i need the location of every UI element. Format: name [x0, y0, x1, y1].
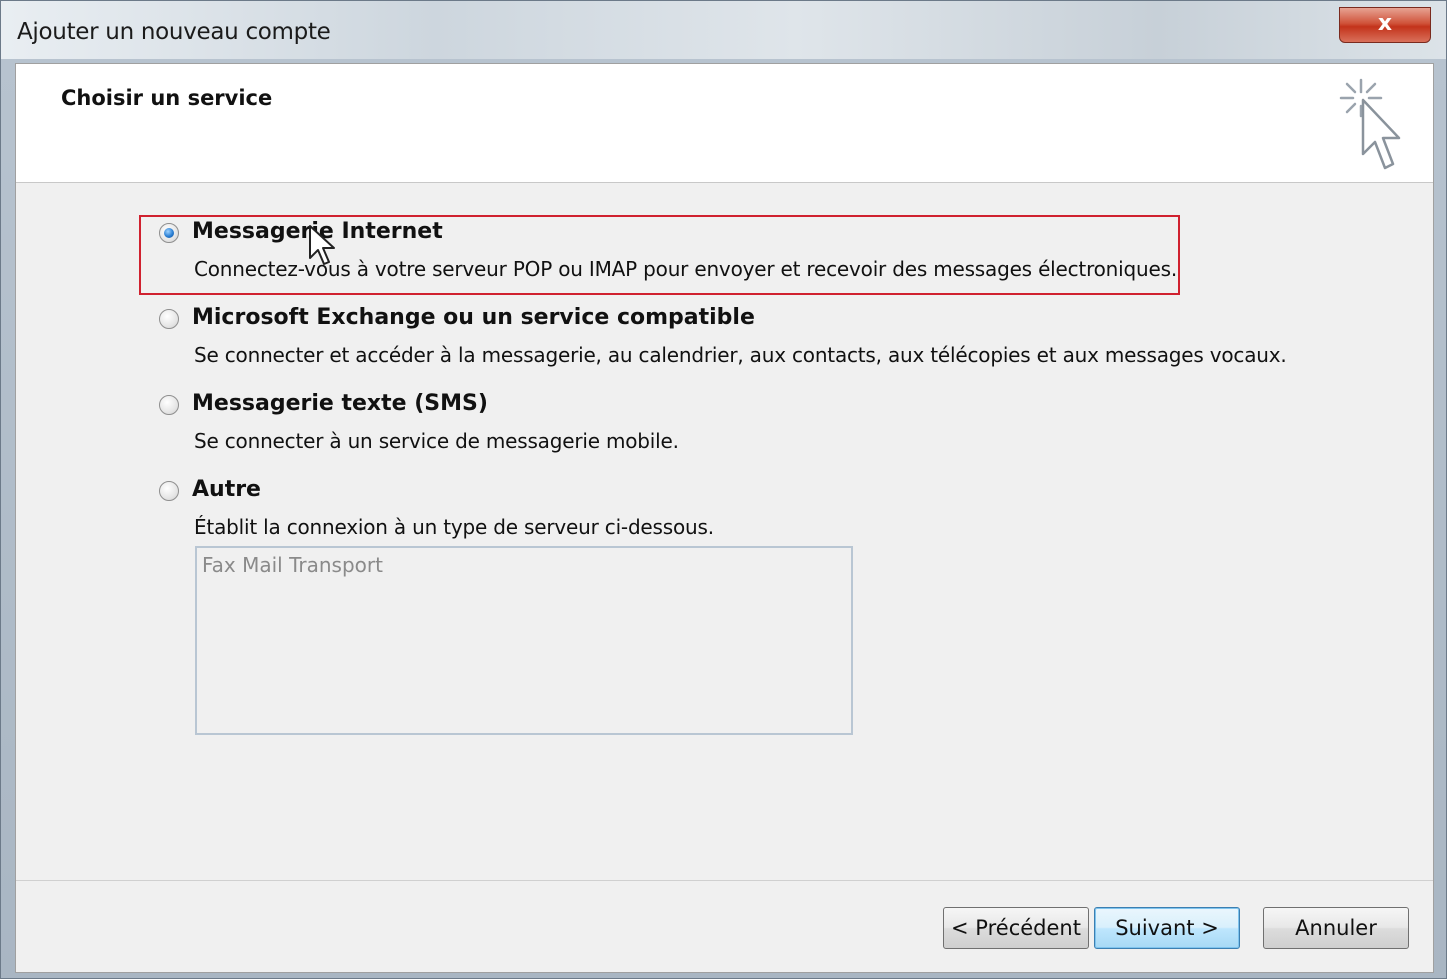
mouse-cursor-icon — [309, 225, 335, 265]
option-description: Connectez-vous à votre serveur POP ou IM… — [194, 257, 1177, 281]
close-button[interactable]: x — [1339, 7, 1431, 43]
list-item[interactable]: Fax Mail Transport — [202, 553, 383, 577]
footer-divider — [16, 880, 1433, 881]
dialog-window: Ajouter un nouveau compte x Choisir un s… — [0, 0, 1447, 979]
dialog-content: Choisir un service Messagerie Internet C… — [15, 63, 1434, 973]
option-label: Microsoft Exchange ou un service compati… — [192, 305, 755, 330]
page-title: Choisir un service — [61, 86, 273, 110]
title-bar[interactable]: Ajouter un nouveau compte x — [1, 1, 1446, 59]
window-title: Ajouter un nouveau compte — [17, 19, 331, 45]
option-description: Établit la connexion à un type de serveu… — [194, 515, 714, 539]
radio-exchange[interactable] — [159, 309, 179, 329]
option-description: Se connecter et accéder à la messagerie,… — [194, 343, 1287, 367]
option-label: Autre — [192, 477, 261, 502]
server-type-list[interactable]: Fax Mail Transport — [195, 546, 853, 735]
option-description: Se connecter à un service de messagerie … — [194, 429, 679, 453]
back-button[interactable]: < Précédent — [943, 907, 1089, 949]
radio-other[interactable] — [159, 481, 179, 501]
option-label: Messagerie texte (SMS) — [192, 391, 488, 416]
cancel-button[interactable]: Annuler — [1263, 907, 1409, 949]
pointer-sparkle-icon — [1339, 78, 1401, 170]
next-button[interactable]: Suivant > — [1094, 907, 1240, 949]
radio-sms[interactable] — [159, 395, 179, 415]
wizard-header: Choisir un service — [16, 64, 1433, 183]
radio-internet-mail[interactable] — [159, 223, 179, 243]
